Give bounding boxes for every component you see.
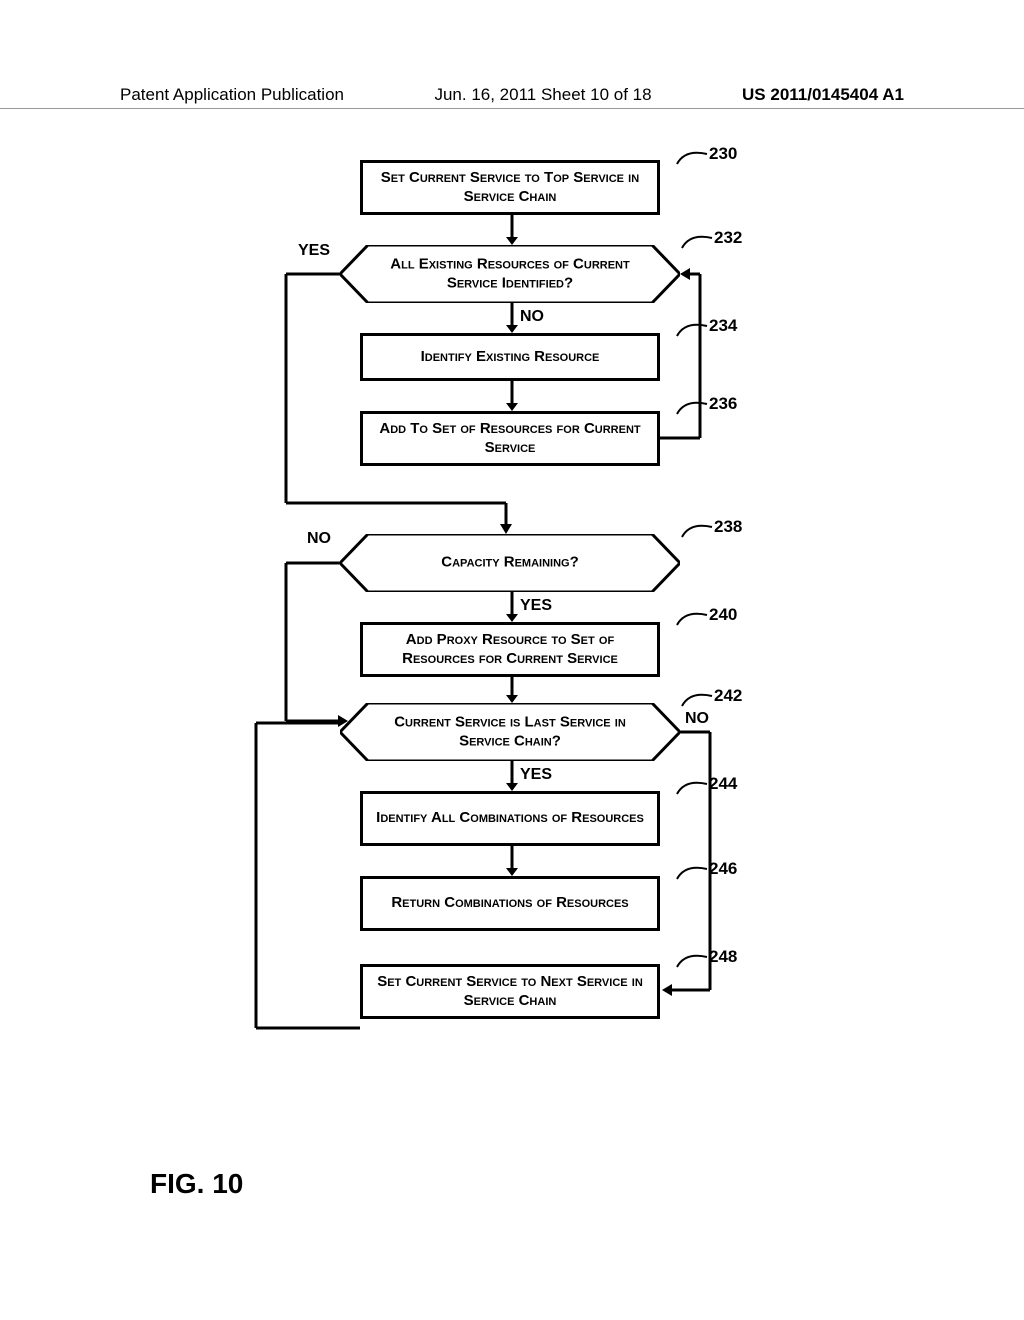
process-248-text: Set Current Service to Next Service in S… bbox=[373, 973, 647, 1011]
arrow-244-246 bbox=[506, 846, 518, 876]
decision-238-text: Capacity Remaining? bbox=[340, 554, 680, 573]
process-244-text: Identify All Combinations of Resources bbox=[376, 809, 644, 828]
arrow-230-232 bbox=[506, 215, 518, 245]
path-242-248 bbox=[660, 726, 720, 996]
process-230: Set Current Service to Top Service in Se… bbox=[360, 160, 660, 215]
process-246: Return Combinations of Resources bbox=[360, 876, 660, 931]
label-232-yes: YES bbox=[298, 242, 330, 260]
path-248-232 bbox=[250, 268, 365, 1033]
label-238-yes: YES bbox=[520, 597, 552, 615]
process-244: Identify All Combinations of Resources bbox=[360, 791, 660, 846]
arrow-242-244 bbox=[506, 761, 518, 791]
process-248: Set Current Service to Next Service in S… bbox=[360, 964, 660, 1019]
process-230-text: Set Current Service to Top Service in Se… bbox=[373, 169, 647, 207]
loop-236-232 bbox=[660, 268, 715, 443]
figure-label: FIG. 10 bbox=[150, 1168, 243, 1200]
page-content: Set Current Service to Top Service in Se… bbox=[0, 100, 1024, 1300]
process-246-text: Return Combinations of Resources bbox=[391, 894, 628, 913]
label-242-yes: YES bbox=[520, 766, 552, 784]
arrow-240-242 bbox=[506, 677, 518, 703]
decision-238: Capacity Remaining? bbox=[340, 534, 680, 592]
decision-242-text: Current Service is Last Service in Servi… bbox=[340, 713, 680, 751]
process-240-text: Add Proxy Resource to Set of Resources f… bbox=[373, 631, 647, 669]
label-232-no: NO bbox=[520, 308, 544, 326]
arrow-238-240 bbox=[506, 592, 518, 622]
process-240: Add Proxy Resource to Set of Resources f… bbox=[360, 622, 660, 677]
decision-242: Current Service is Last Service in Servi… bbox=[340, 703, 680, 761]
